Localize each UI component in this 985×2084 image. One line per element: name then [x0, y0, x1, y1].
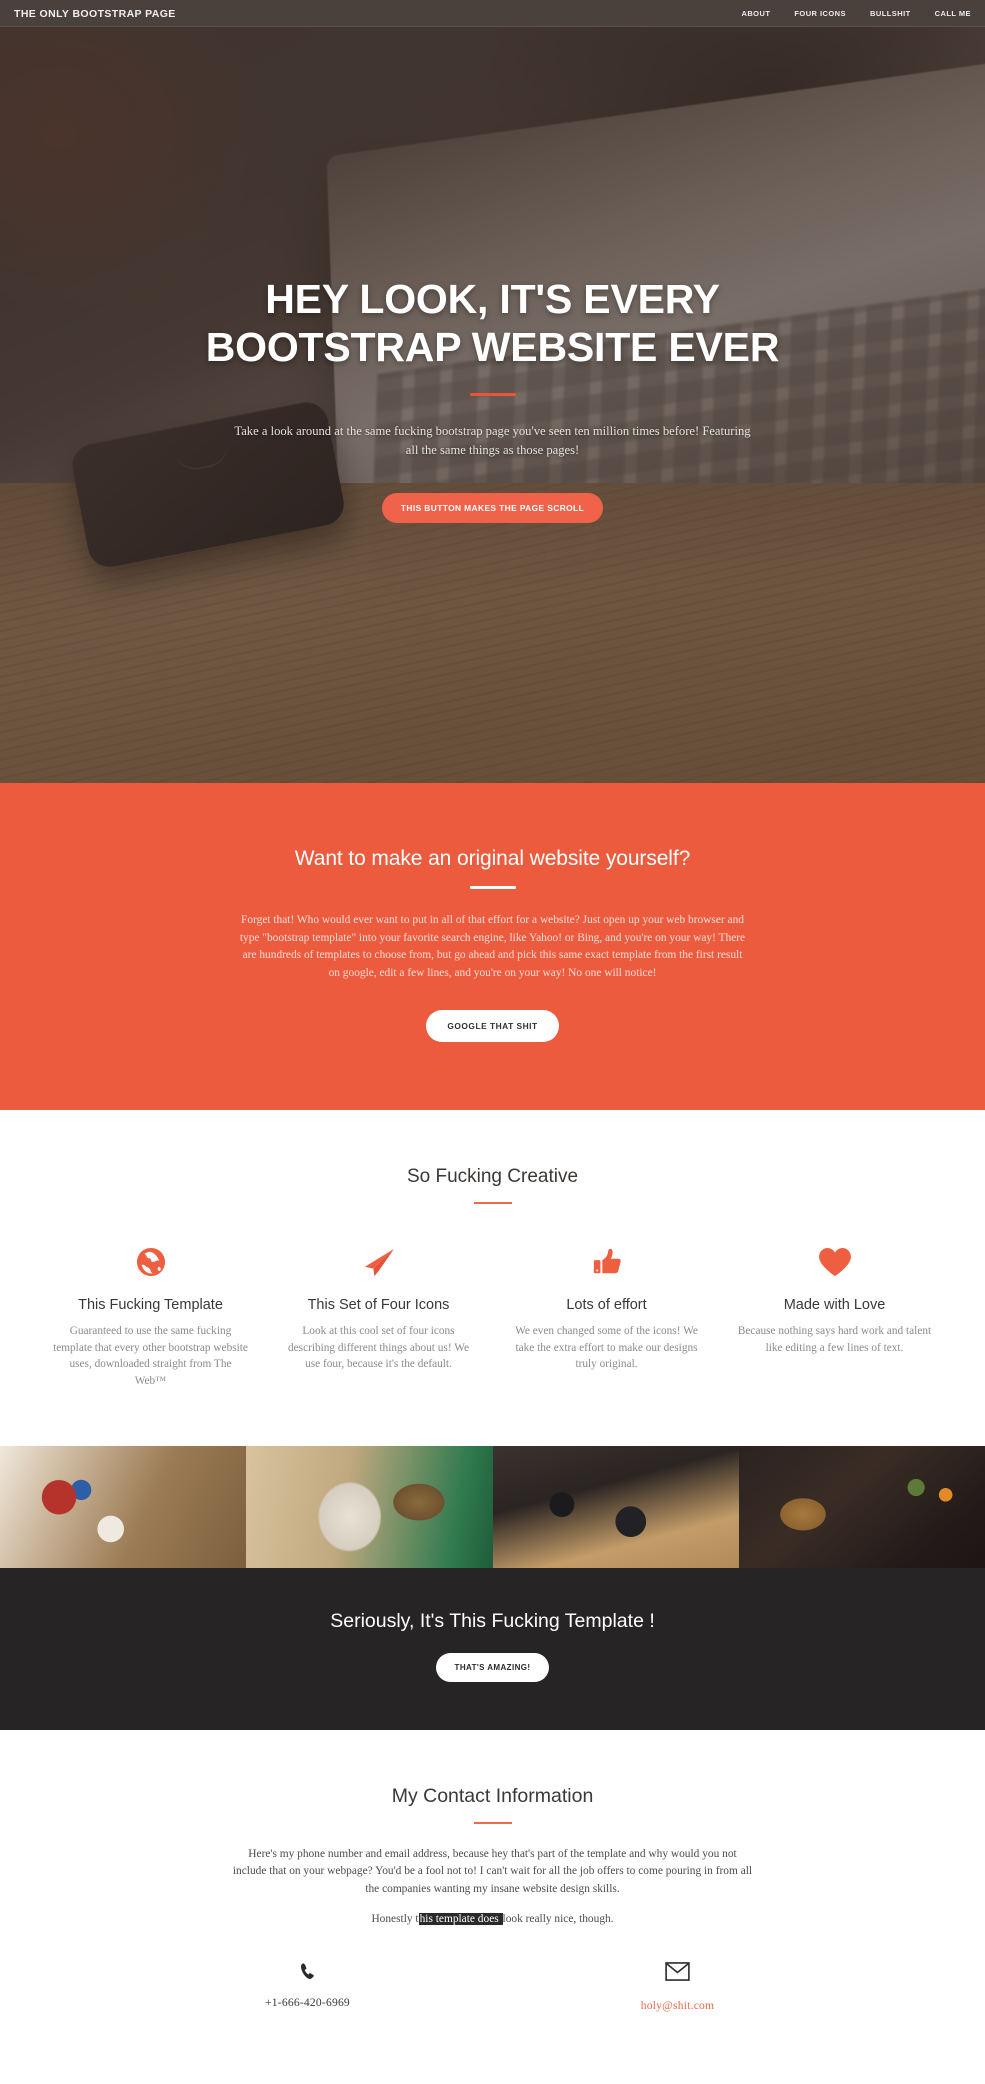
feature-item-effort: Lots of effort We even changed some of t…	[493, 1242, 721, 1390]
feature-heading: Lots of effort	[566, 1296, 647, 1313]
hero-subtitle: Take a look around at the same fucking b…	[234, 423, 751, 457]
globe-icon	[53, 1242, 249, 1282]
feature-heading: This Fucking Template	[78, 1296, 223, 1313]
feature-text: Guaranteed to use the same fucking templ…	[53, 1324, 248, 1387]
contact-note-after: look really nice, though.	[502, 1912, 614, 1925]
top-navbar: THE ONLY BOOTSTRAP PAGE ABOUT FOUR ICONS…	[0, 0, 985, 27]
feature-item-four-icons: This Set of Four Icons Look at this cool…	[265, 1242, 493, 1390]
contact-note-before: Honestly t	[371, 1912, 419, 1925]
feature-heading: This Set of Four Icons	[307, 1296, 450, 1313]
gallery-image-4[interactable]	[738, 1445, 985, 1568]
nav-link-four-icons[interactable]: FOUR ICONS	[794, 9, 846, 18]
features-grid: This Fucking Template Guaranteed to use …	[37, 1242, 949, 1390]
nav-link-call-me[interactable]: CALL ME	[935, 9, 971, 18]
contact-section: My Contact Information Here's my phone n…	[0, 1729, 985, 2084]
contact-title: My Contact Information	[391, 1784, 594, 1807]
contact-details-row: +1-666-420-6969 holy@shit.com	[123, 1959, 863, 2014]
original-section-title: Want to make an original website yoursel…	[294, 847, 691, 870]
hero-divider	[469, 392, 516, 396]
thumbs-up-icon	[509, 1242, 705, 1282]
gallery-image-1[interactable]	[0, 1445, 247, 1568]
thats-amazing-button[interactable]: THAT'S AMAZING!	[435, 1652, 550, 1682]
nav-links: ABOUT FOUR ICONS BULLSHIT CALL ME	[741, 9, 971, 18]
feature-text: We even changed some of the icons! We ta…	[515, 1324, 698, 1371]
heart-icon	[737, 1242, 933, 1282]
contact-phone-value[interactable]: +1-666-420-6969	[123, 1996, 493, 2009]
hero-content: HEY LOOK, IT'S EVERY BOOTSTRAP WEBSITE E…	[0, 27, 985, 523]
feature-text: Because nothing says hard work and talen…	[737, 1324, 932, 1354]
contact-divider	[473, 1821, 512, 1824]
features-section: So Fucking Creative This Fucking Templat…	[0, 1109, 985, 1446]
feature-item-template: This Fucking Template Guaranteed to use …	[37, 1242, 265, 1390]
hero-title: HEY LOOK, IT'S EVERY BOOTSTRAP WEBSITE E…	[205, 276, 780, 371]
phone-icon	[123, 1959, 493, 1985]
contact-email-cell: holy@shit.com	[493, 1959, 863, 2014]
dark-cta-section: Seriously, It's This Fucking Template ! …	[0, 1567, 985, 1730]
brand-logo[interactable]: THE ONLY BOOTSTRAP PAGE	[14, 8, 176, 20]
contact-body: Here's my phone number and email address…	[232, 1847, 753, 1896]
contact-note: Honestly this template does look really …	[0, 1912, 985, 1925]
paper-plane-icon	[281, 1242, 477, 1282]
contact-note-highlight: his template does	[418, 1912, 503, 1925]
photo-gallery-strip	[0, 1445, 985, 1568]
feature-text: Look at this cool set of four icons desc…	[288, 1324, 469, 1371]
dark-cta-title: Seriously, It's This Fucking Template !	[330, 1609, 655, 1632]
features-divider	[473, 1201, 512, 1204]
nav-link-about[interactable]: ABOUT	[741, 9, 770, 18]
feature-item-love: Made with Love Because nothing says hard…	[721, 1242, 949, 1390]
contact-email-link[interactable]: holy@shit.com	[641, 1999, 715, 2012]
google-that-shit-button[interactable]: GOOGLE THAT SHIT	[426, 1009, 559, 1042]
original-section-body: Forget that! Who would ever want to put …	[239, 914, 746, 980]
hero-section: HEY LOOK, IT'S EVERY BOOTSTRAP WEBSITE E…	[0, 27, 985, 783]
contact-phone-cell: +1-666-420-6969	[123, 1959, 493, 2014]
feature-heading: Made with Love	[783, 1296, 886, 1313]
gallery-image-2[interactable]	[246, 1445, 493, 1568]
hero-scroll-button[interactable]: THIS BUTTON MAKES THE PAGE SCROLL	[381, 492, 604, 523]
features-title: So Fucking Creative	[406, 1165, 579, 1187]
nav-link-bullshit[interactable]: BULLSHIT	[870, 9, 911, 18]
envelope-icon	[493, 1959, 863, 1985]
original-website-section: Want to make an original website yoursel…	[0, 783, 985, 1110]
original-section-divider	[469, 886, 516, 889]
gallery-image-3[interactable]	[492, 1445, 739, 1568]
